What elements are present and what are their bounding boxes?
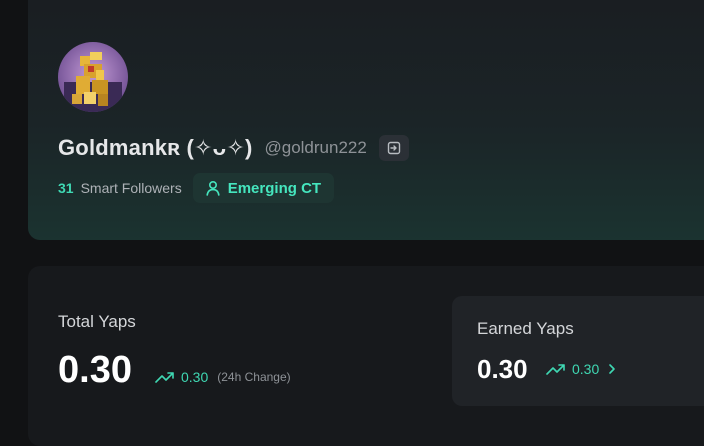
total-yaps-value: 0.30 [58,349,132,391]
profile-handle[interactable]: @goldrun222 [264,138,366,158]
sign-in-icon [387,141,401,155]
smart-followers-label: Smart Followers [80,180,182,196]
trending-up-icon [546,364,565,375]
earned-yaps-label: Earned Yaps [477,319,574,338]
earned-yaps-card[interactable] [452,296,704,406]
profile-name: Goldmankʀ (✧ᴗ✧) [58,135,253,160]
user-icon [206,180,220,196]
profile-name-row: Goldmankʀ (✧ᴗ✧) @goldrun222 [58,133,409,163]
avatar-image [58,42,128,112]
earned-yaps-value: 0.30 [477,354,528,384]
smart-followers-row: 31 Smart Followers Emerging CT [58,172,335,204]
total-change-value: 0.30 [181,369,209,385]
emerging-ct-badge[interactable]: Emerging CT [192,173,335,203]
total-yaps-label: Total Yaps [58,312,136,331]
smart-followers-count: 31 [58,180,74,196]
chevron-right-icon[interactable] [607,362,617,376]
badge-label: Emerging CT [227,179,322,197]
total-yaps-change: 0.30 (24h Change) [155,369,291,385]
earned-yaps-change[interactable]: 0.30 [546,361,617,377]
profile-link-button[interactable] [378,135,409,161]
earned-change-value: 0.30 [572,361,600,377]
profile-card [28,0,704,240]
trending-up-icon [155,372,174,383]
avatar[interactable] [58,42,128,112]
total-change-note: (24h Change) [217,370,291,384]
